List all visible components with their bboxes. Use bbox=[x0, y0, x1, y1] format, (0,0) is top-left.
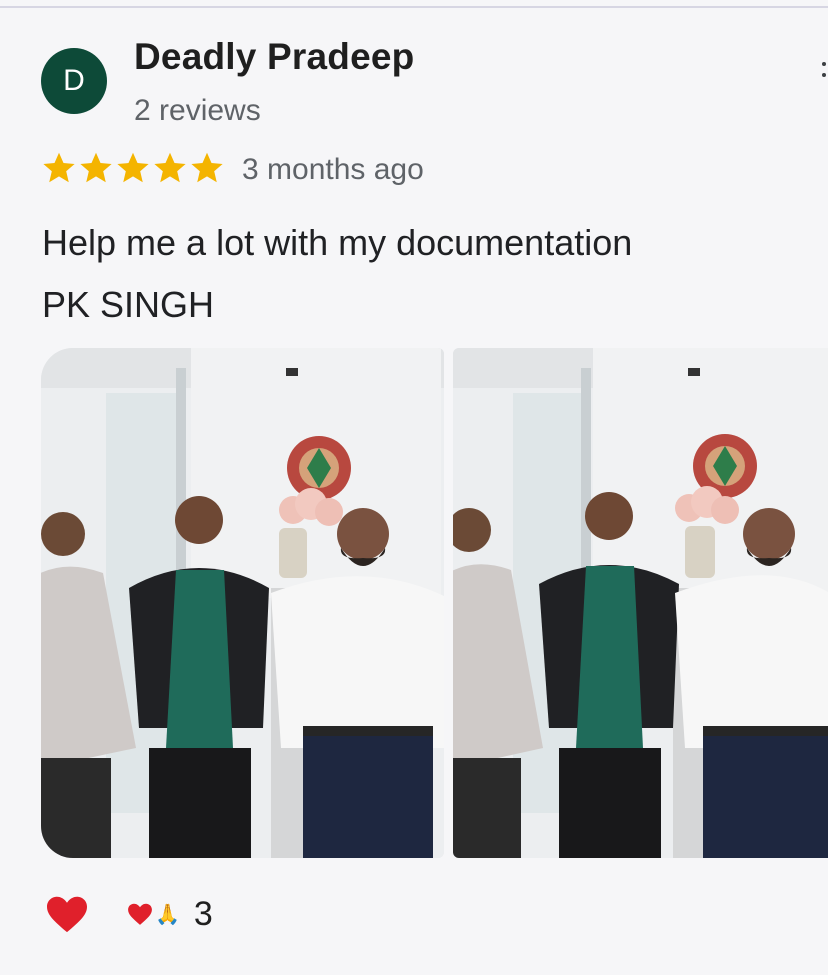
group-photo-image bbox=[41, 348, 444, 858]
heart-icon[interactable] bbox=[45, 894, 89, 934]
review-photo[interactable] bbox=[41, 348, 444, 858]
star-icon bbox=[43, 152, 75, 183]
group-photo-image bbox=[453, 348, 828, 858]
star-icon bbox=[154, 152, 186, 183]
star-rating bbox=[41, 150, 225, 186]
avatar-letter: D bbox=[63, 64, 85, 97]
folded-hands-icon: 🙏 bbox=[155, 902, 180, 926]
review-line: PK SINGH bbox=[42, 284, 215, 325]
more-options-icon[interactable] bbox=[822, 62, 828, 77]
heart-icon bbox=[128, 903, 152, 925]
review-line: Help me a lot with my documentation bbox=[42, 222, 633, 263]
star-icon bbox=[117, 152, 149, 183]
star-icon bbox=[191, 152, 223, 183]
reaction-bar: 🙏 3 bbox=[45, 894, 213, 934]
avatar[interactable]: D bbox=[41, 48, 107, 114]
review-text: Help me a lot with my documentation PK S… bbox=[42, 212, 632, 336]
star-icon bbox=[80, 152, 112, 183]
review-count[interactable]: 2 reviews bbox=[134, 94, 261, 128]
reaction-count: 3 bbox=[193, 894, 213, 933]
reaction-summary[interactable]: 🙏 3 bbox=[127, 895, 213, 934]
top-divider bbox=[0, 6, 828, 8]
review-photo[interactable] bbox=[453, 348, 828, 858]
review-time: 3 months ago bbox=[242, 153, 424, 186]
author-name[interactable]: Deadly Pradeep bbox=[134, 36, 414, 78]
